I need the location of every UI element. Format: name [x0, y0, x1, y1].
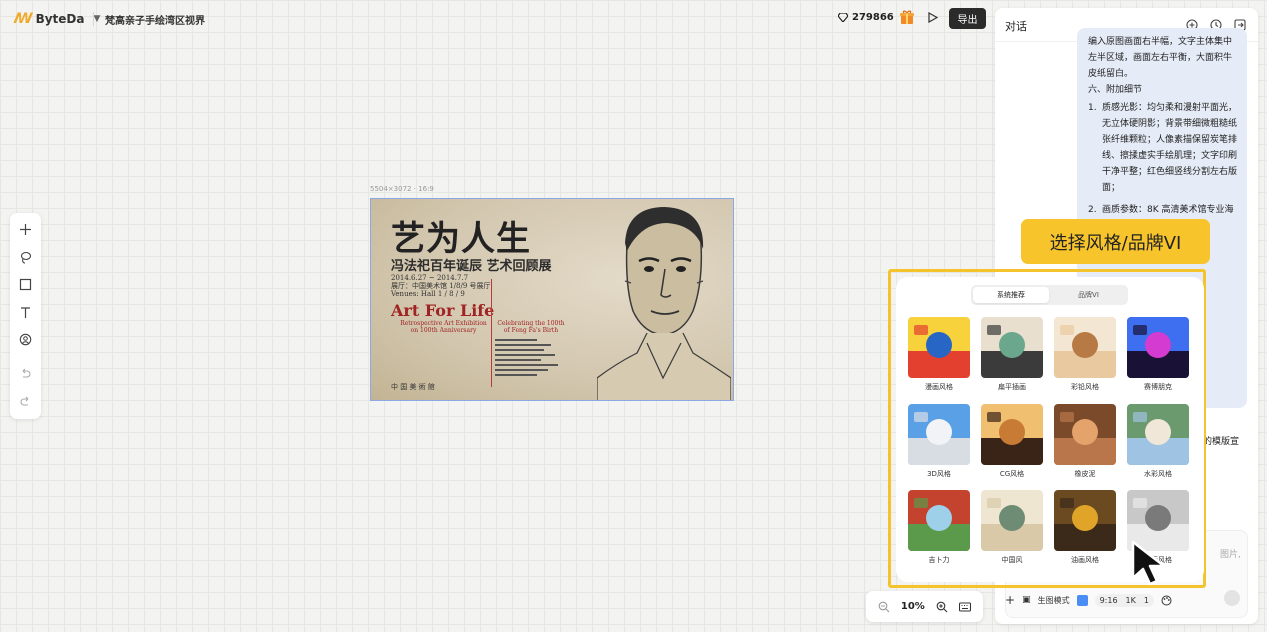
list-item: 2. 画质参数：8K 高清美术馆专业海 [1088, 205, 1234, 215]
model-icon[interactable] [1076, 594, 1088, 606]
style-thumbnail [908, 404, 970, 465]
add-icon[interactable] [18, 222, 33, 237]
style-label: 水彩风格 [1144, 470, 1172, 478]
style-option[interactable]: 橡皮泥 [1054, 404, 1116, 479]
style-option[interactable]: 赛博朋克 [1127, 317, 1189, 392]
message-list: 1. 质感光影：均匀柔和漫射平面光，无立体硬阴影；背景带细微粗糙纸张纤维颗粒；人像… [1088, 100, 1238, 218]
style-option[interactable]: 3D风格 [908, 404, 970, 479]
style-label: 中国风 [1001, 556, 1023, 564]
portrait-sketch [597, 207, 731, 400]
image-count: 1 [1143, 595, 1149, 605]
style-label: 赛博朋克 [1144, 383, 1172, 391]
keyboard-icon[interactable] [959, 601, 972, 613]
mode-label[interactable]: 生图模式 [1038, 595, 1070, 606]
left-toolbar [10, 213, 41, 419]
zoom-in-icon[interactable] [936, 601, 948, 613]
generation-settings[interactable]: 9:16 1K 1 [1094, 593, 1154, 607]
style-option[interactable]: 水彩风格 [1127, 404, 1189, 479]
message-fragment: 的模版宣 [1203, 437, 1240, 447]
gift-icon[interactable] [899, 9, 915, 25]
style-label: 扁平插画 [998, 383, 1026, 391]
poster-divider [491, 279, 492, 387]
diamond-icon [838, 13, 848, 22]
poster-seal: 中 国 美 術 館 [391, 383, 435, 391]
style-option[interactable]: 漫画风格 [908, 317, 970, 392]
brand-name: ByteDa [35, 12, 85, 26]
style-option[interactable]: 中国风 [981, 490, 1043, 565]
send-button[interactable] [1224, 590, 1240, 606]
style-option[interactable]: CG风格 [981, 404, 1043, 479]
attach-icon[interactable]: + [1005, 593, 1015, 607]
style-label: 彩铅风格 [1071, 383, 1099, 391]
style-label: 3D风格 [927, 470, 951, 478]
style-thumbnail [1127, 317, 1189, 378]
style-thumbnail [908, 490, 970, 551]
chevron-down-icon[interactable]: ▼ [93, 14, 100, 24]
credits-balance[interactable]: 279866 [838, 12, 894, 23]
callout-label: 选择风格/品牌VI [1021, 219, 1210, 264]
play-icon[interactable] [928, 12, 938, 23]
poster-en-subtitle-right: Celebrating the 100th of Feng Fa's Birth [497, 320, 565, 334]
style-thumbnail [1054, 404, 1116, 465]
style-thumbnail [981, 490, 1043, 551]
poster-subtitle: 冯法祀百年诞辰 艺术回顾展 [391, 259, 552, 274]
style-option[interactable]: 扁平插画 [981, 317, 1043, 392]
style-label: 油画风格 [1071, 556, 1099, 564]
poster-credits [495, 339, 565, 379]
brand-logo[interactable]: ꟿ ByteDa ▼ [14, 11, 100, 27]
rectangle-icon[interactable] [18, 277, 33, 292]
input-toolbar: + ▣ 生图模式 9:16 1K 1 [1005, 591, 1245, 609]
canvas-image[interactable]: 艺为人生 冯法祀百年诞辰 艺术回顾展 2014.6.27 ~ 2014.7.7 … [370, 198, 734, 401]
style-thumbnail [981, 404, 1043, 465]
message-heading: 六、附加细节 [1088, 85, 1143, 95]
style-thumbnail [981, 317, 1043, 378]
resolution: 1K [1125, 595, 1136, 605]
style-label: 漫画风格 [925, 383, 953, 391]
panel-title: 对话 [1005, 20, 1027, 33]
style-picker: 系统推荐 品牌VI 漫画风格 扁平插画 彩铅风格 赛博朋克 3D风格 CG风格 橡皮泥 水彩风… [896, 277, 1204, 582]
mouse-cursor-icon [1131, 540, 1166, 586]
assistant-message: 编入原图画面右半幅，文字主体集中左半区域，画面左右平衡，大面积牛皮纸留白。 六、… [1088, 34, 1238, 224]
zoom-bar: 10% [866, 591, 983, 622]
brand-mark-icon: ꟿ [14, 11, 33, 27]
style-label: CG风格 [999, 470, 1025, 478]
credits-value: 279866 [852, 12, 894, 23]
face-icon[interactable] [18, 332, 33, 347]
style-option[interactable]: 彩铅风格 [1054, 317, 1116, 392]
aspect-ratio: 9:16 [1099, 595, 1118, 605]
palette-icon[interactable] [1161, 595, 1172, 606]
list-item: 1. 质感光影：均匀柔和漫射平面光，无立体硬阴影；背景带细微粗糙纸张纤维颗粒；人像… [1088, 103, 1238, 193]
style-thumbnail [1054, 317, 1116, 378]
style-thumbnail [908, 317, 970, 378]
export-button[interactable]: 导出 [949, 8, 986, 29]
zoom-out-icon[interactable] [878, 601, 890, 613]
style-option[interactable]: 吉卜力 [908, 490, 970, 565]
style-thumbnail [1127, 404, 1189, 465]
poster-info: 2014.6.27 ~ 2014.7.7 展厅：中国美术馆 1/8/9 号展厅 … [391, 274, 491, 298]
message-intro: 编入原图画面右半幅，文字主体集中左半区域，画面左右平衡，大面积牛皮纸留白。 [1088, 37, 1233, 79]
tab-brand-vi[interactable]: 品牌VI [1051, 287, 1126, 303]
image-mode-icon[interactable]: ▣ [1022, 595, 1031, 605]
redo-icon[interactable] [18, 394, 33, 409]
style-label: 吉卜力 [928, 556, 950, 564]
zoom-level[interactable]: 10% [901, 601, 925, 612]
text-icon[interactable] [18, 305, 33, 320]
tab-system-recommend[interactable]: 系统推荐 [973, 287, 1049, 303]
style-label: 橡皮泥 [1074, 470, 1096, 478]
undo-icon[interactable] [18, 366, 33, 381]
style-thumbnail [1054, 490, 1116, 551]
divider [93, 12, 94, 26]
image-dimensions: 5504×3072 · 16:9 [370, 185, 434, 193]
style-option[interactable]: 油画风格 [1054, 490, 1116, 565]
prompt-placeholder: 图片, [1220, 550, 1241, 560]
poster-title: 艺为人生 [391, 219, 531, 259]
poster-en-title: Art For Life [391, 301, 495, 320]
project-title[interactable]: 梵高亲子手绘湾区视界 [105, 12, 205, 27]
poster-en-subtitle-left: Retrospective Art Exhibition on 100th An… [400, 320, 487, 334]
lasso-icon[interactable] [18, 250, 33, 265]
picker-tabs: 系统推荐 品牌VI [971, 285, 1128, 305]
